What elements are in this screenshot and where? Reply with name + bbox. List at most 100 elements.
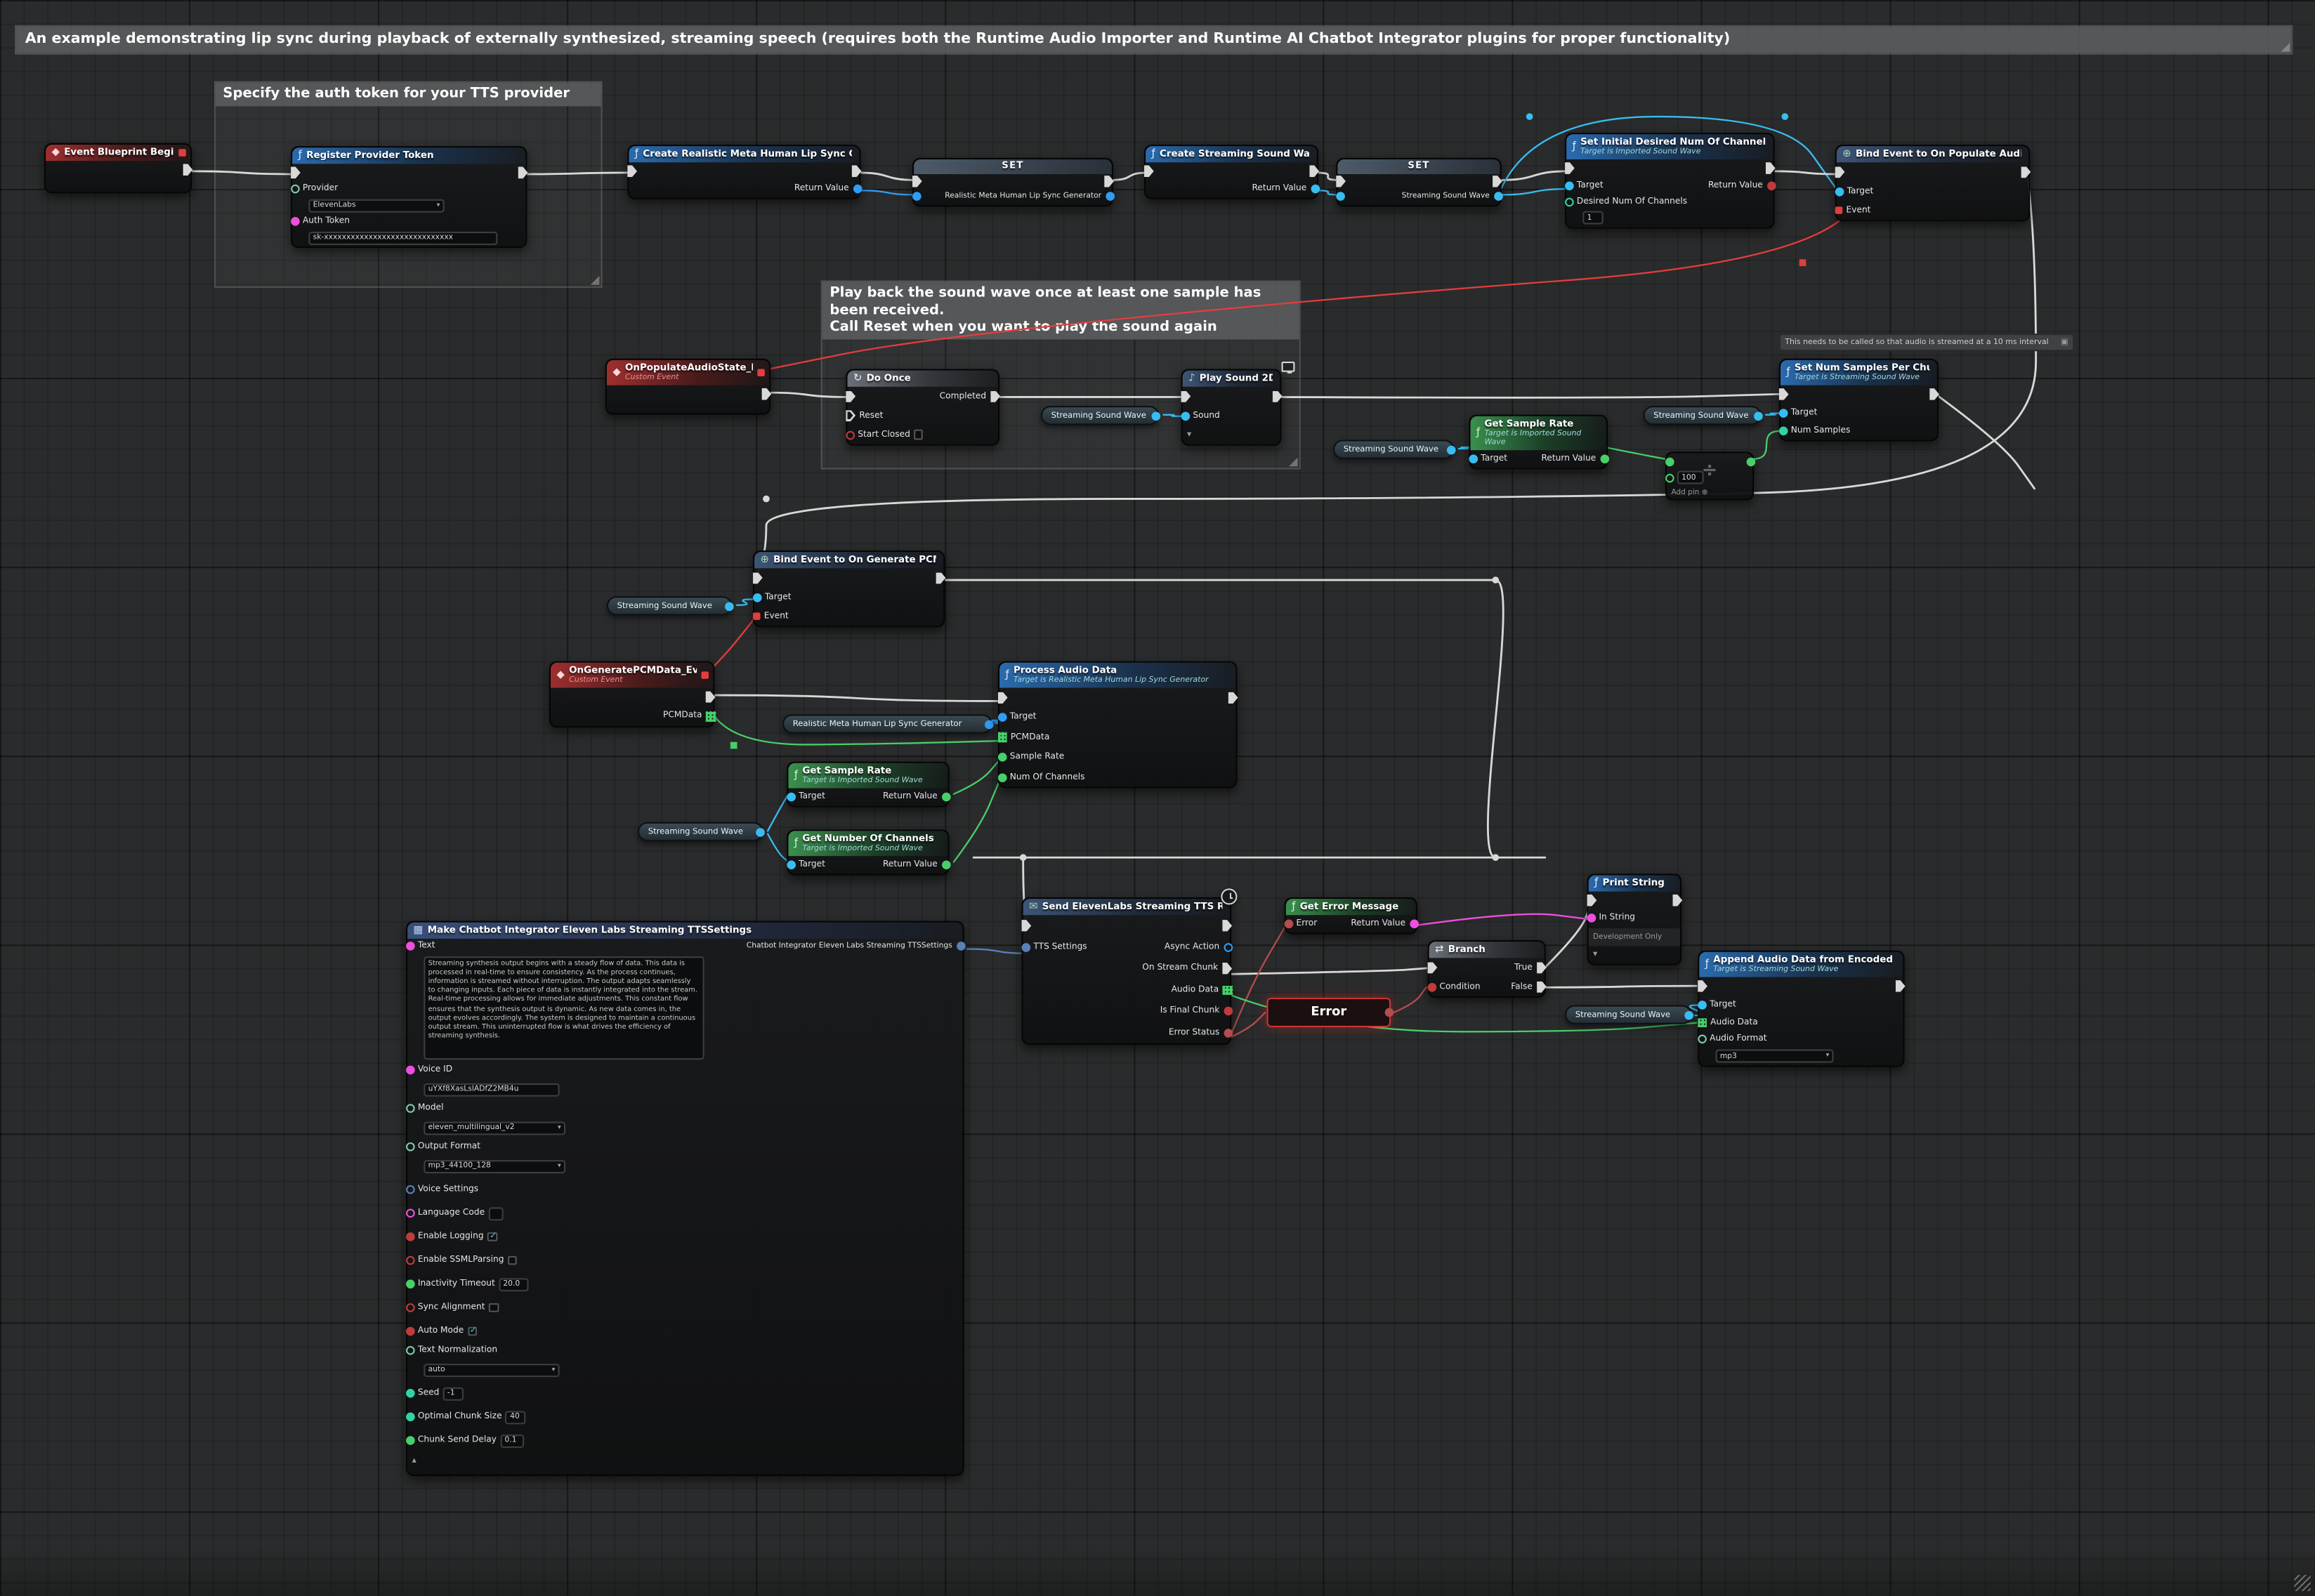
exec-pin[interactable]: [705, 692, 716, 704]
node-header[interactable]: ◆Event Blueprint Begin Play: [46, 145, 190, 161]
node-header[interactable]: ƒSet Initial Desired Num Of ChannelsTarg…: [1566, 134, 1773, 159]
branch[interactable]: ⇄BranchTrueConditionFalse: [1428, 940, 1546, 998]
delegate-pin[interactable]: [700, 671, 709, 680]
node-header[interactable]: ƒSet Num Samples Per ChunkTarget is Stre…: [1780, 360, 1937, 385]
node-header[interactable]: ƒProcess Audio DataTarget is Realistic M…: [999, 663, 1235, 688]
bind-event-to-on-generate-pcmdata[interactable]: ⊕Bind Event to On Generate PCMDataTarget…: [753, 550, 945, 627]
exec-pin[interactable]: [1309, 165, 1319, 177]
data-pin[interactable]: [1754, 411, 1763, 420]
streaming-sound-wave-var-6[interactable]: Streaming Sound Wave: [1565, 1005, 1692, 1024]
value-input[interactable]: [1677, 471, 1704, 484]
data-pin[interactable]: [1224, 1029, 1233, 1038]
data-pin[interactable]: [1746, 457, 1755, 466]
data-pin[interactable]: [1665, 457, 1674, 466]
exec-pin[interactable]: [912, 176, 922, 187]
checkbox[interactable]: [468, 1326, 478, 1336]
exec-pin[interactable]: [627, 165, 637, 177]
do-once[interactable]: ↻Do OnceCompletedResetStart Closed: [846, 369, 999, 446]
streaming-sound-wave-var-3[interactable]: Streaming Sound Wave: [1644, 406, 1762, 425]
exec-pin[interactable]: [1427, 961, 1438, 973]
blueprint-graph[interactable]: An example demonstrating lip sync during…: [0, 0, 2315, 1595]
data-pin[interactable]: [941, 860, 950, 869]
node-header[interactable]: SET: [914, 159, 1112, 173]
node-header[interactable]: ⊕Bind Event to On Populate Audio State: [1837, 146, 2028, 162]
node-header[interactable]: ƒGet Sample RateTarget is Imported Sound…: [788, 763, 947, 789]
data-pin[interactable]: [706, 712, 716, 722]
exec-pin[interactable]: [752, 572, 763, 584]
exec-pin[interactable]: [1228, 692, 1238, 704]
exec-pin[interactable]: [1143, 165, 1154, 177]
data-pin[interactable]: [912, 192, 921, 202]
node-header[interactable]: ↻Do Once: [848, 371, 998, 387]
data-pin[interactable]: [1021, 943, 1030, 952]
on-populate-audio-state-event[interactable]: ◆OnPopulateAudioState_EventCustom Event: [605, 359, 770, 415]
collapse-chevron-icon[interactable]: ▴: [412, 1457, 416, 1466]
data-pin[interactable]: [1224, 943, 1233, 952]
exec-pin[interactable]: [183, 164, 193, 176]
value-input[interactable]: [1582, 211, 1603, 225]
exec-pin[interactable]: [936, 572, 946, 584]
data-pin[interactable]: [405, 1066, 414, 1075]
collapse-chevron-icon[interactable]: ▾: [1593, 951, 1597, 960]
data-pin[interactable]: [1409, 920, 1418, 929]
data-pin[interactable]: [1697, 1000, 1706, 1009]
value-input[interactable]: [443, 1387, 464, 1400]
exec-pin[interactable]: [1536, 981, 1547, 993]
data-pin[interactable]: [405, 1232, 414, 1241]
exec-pin[interactable]: [761, 388, 772, 400]
data-pin[interactable]: [725, 602, 734, 611]
data-pin[interactable]: [1835, 206, 1843, 215]
node-header[interactable]: ◆OnGeneratePCMData_EventCustom Event: [551, 663, 713, 688]
data-pin[interactable]: [1778, 427, 1788, 436]
node-header[interactable]: ƒCreate Realistic Meta Human Lip Sync Ge…: [629, 146, 859, 162]
data-pin[interactable]: [985, 720, 994, 729]
divide-sample-rate[interactable]: ÷Add pin ⊕: [1665, 451, 1754, 500]
get-sample-rate-2[interactable]: ƒGet Sample RateTarget is Imported Sound…: [787, 762, 949, 807]
data-pin[interactable]: [1224, 1007, 1233, 1016]
bind-event-to-on-populate-audio-state[interactable]: ⊕Bind Event to On Populate Audio StateTa…: [1835, 145, 2030, 221]
collapse-chevron-icon[interactable]: ▾: [1187, 430, 1191, 440]
process-audio-data[interactable]: ƒProcess Audio DataTarget is Realistic M…: [998, 661, 1238, 789]
exec-pin[interactable]: [1181, 390, 1191, 402]
data-pin[interactable]: [1600, 455, 1609, 464]
data-pin[interactable]: [1587, 914, 1596, 923]
data-pin[interactable]: [997, 713, 1006, 723]
value-input[interactable]: [308, 231, 497, 244]
value-input[interactable]: [506, 1410, 526, 1423]
data-pin[interactable]: [941, 793, 950, 802]
data-pin[interactable]: [853, 185, 862, 194]
exec-pin[interactable]: [845, 390, 855, 402]
exec-pin[interactable]: [1564, 162, 1575, 174]
print-string[interactable]: ƒPrint StringIn StringDevelopment Only▾: [1587, 873, 1682, 965]
node-header[interactable]: ƒAppend Audio Data from EncodedTarget is…: [1699, 952, 1903, 977]
data-pin[interactable]: [405, 1185, 414, 1194]
data-pin[interactable]: [997, 753, 1006, 762]
value-input[interactable]: [424, 1083, 559, 1096]
data-pin[interactable]: [1468, 455, 1477, 464]
exec-pin[interactable]: [1672, 895, 1683, 906]
data-pin[interactable]: [1335, 192, 1344, 202]
get-number-of-channels[interactable]: ƒGet Number Of ChannelsTarget is Importe…: [787, 829, 949, 875]
realistic-metahuman-lip-sync-generator-var[interactable]: Realistic Meta Human Lip Sync Generator: [782, 714, 992, 733]
exec-pin[interactable]: [290, 167, 301, 179]
data-pin[interactable]: [786, 793, 795, 802]
data-pin[interactable]: [786, 860, 795, 869]
append-audio-data-from-encoded[interactable]: ƒAppend Audio Data from EncodedTarget is…: [1698, 951, 1904, 1067]
data-pin[interactable]: [1284, 920, 1293, 929]
set-streaming-sound-wave[interactable]: SETStreaming Sound Wave: [1336, 158, 1501, 206]
data-pin[interactable]: [752, 612, 761, 621]
create-streaming-sound-wave[interactable]: ƒCreate Streaming Sound WaveReturn Value: [1144, 145, 1318, 199]
data-pin[interactable]: [1766, 181, 1776, 190]
data-pin[interactable]: [1564, 198, 1573, 207]
data-pin[interactable]: [405, 1327, 414, 1336]
node-header[interactable]: ƒCreate Streaming Sound Wave: [1146, 146, 1317, 162]
data-pin[interactable]: [1427, 982, 1436, 991]
exec-pin[interactable]: [1697, 980, 1707, 992]
data-pin[interactable]: [405, 1303, 414, 1312]
dropdown[interactable]: eleven_multilingual_v2: [424, 1121, 565, 1134]
dropdown[interactable]: mp3_44100_128: [424, 1159, 565, 1173]
data-pin[interactable]: [997, 732, 1007, 742]
data-pin[interactable]: [1697, 1018, 1707, 1028]
on-generate-pcmdata-event[interactable]: ◆OnGeneratePCMData_EventCustom EventPCMD…: [549, 661, 714, 727]
exec-pin[interactable]: [851, 165, 862, 177]
